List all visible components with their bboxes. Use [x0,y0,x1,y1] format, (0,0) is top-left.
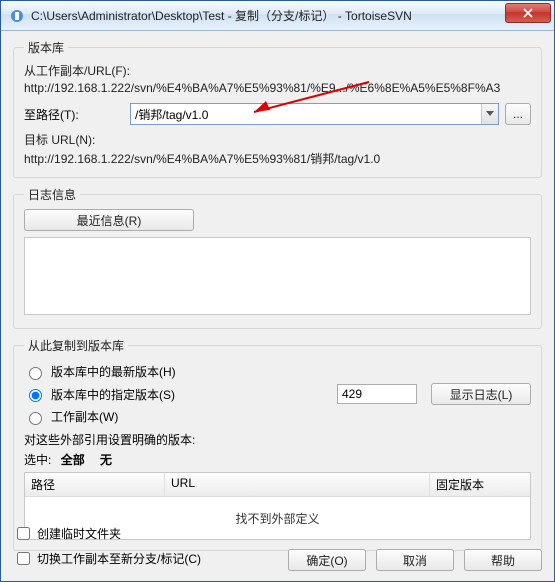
copy-group: 从此复制到版本库 版本库中的最新版本(H) 版本库中的指定版本(S) 显示日志(… [13,337,542,551]
revision-input[interactable] [337,384,417,404]
log-legend: 日志信息 [24,186,80,203]
col-fixed[interactable]: 固定版本 [430,473,530,496]
close-icon [523,8,533,18]
log-group: 日志信息 最近信息(R) [13,186,542,329]
browse-button[interactable]: ... [505,103,531,125]
show-log-button[interactable]: 显示日志(L) [431,383,531,405]
table-header: 路径 URL 固定版本 [25,473,530,497]
client-area: 版本库 从工作副本/URL(F): http://192.168.1.222/s… [1,31,554,581]
externals-label: 对这些外部引用设置明确的版本: [24,431,531,448]
repo-group: 版本库 从工作副本/URL(F): http://192.168.1.222/s… [13,39,542,178]
window-title: C:\Users\Administrator\Desktop\Test - 复制… [31,7,505,24]
head-revision-label: 版本库中的最新版本(H) [51,363,531,380]
switch-wc-checkbox[interactable] [17,552,30,565]
to-path-input[interactable] [130,103,499,125]
from-url-value: http://192.168.1.222/svn/%E4%BA%A7%E5%93… [24,81,531,95]
ok-button[interactable]: 确定(O) [288,549,366,571]
close-button[interactable] [505,3,551,23]
col-path[interactable]: 路径 [25,473,165,496]
select-none-link[interactable]: 无 [100,453,112,467]
log-message-input[interactable] [24,237,531,315]
create-temp-folder-label: 创建临时文件夹 [37,525,121,542]
select-line: 选中: 全部 无 [24,451,531,468]
working-copy-label: 工作副本(W) [51,408,531,425]
select-all-link[interactable]: 全部 [61,453,85,467]
button-bar: 确定(O) 取消 帮助 [288,549,542,571]
dest-url-label: 目标 URL(N): [24,131,531,148]
specific-revision-radio[interactable] [29,389,42,402]
recent-messages-button[interactable]: 最近信息(R) [24,209,194,231]
create-temp-folder-checkbox[interactable] [17,527,30,540]
dest-url-value: http://192.168.1.222/svn/%E4%BA%A7%E5%93… [24,150,531,167]
working-copy-radio[interactable] [29,412,42,425]
titlebar: C:\Users\Administrator\Desktop\Test - 复制… [1,1,554,31]
bottom-area: 创建临时文件夹 切换工作副本至新分支/标记(C) 确定(O) 取消 帮助 [13,522,542,571]
col-url[interactable]: URL [165,473,430,496]
switch-wc-label: 切换工作副本至新分支/标记(C) [37,550,201,567]
select-prefix: 选中: [24,453,51,467]
cancel-button[interactable]: 取消 [376,549,454,571]
from-url-label: 从工作副本/URL(F): [24,62,531,79]
copy-legend: 从此复制到版本库 [24,337,128,354]
specific-revision-label: 版本库中的指定版本(S) [51,386,331,403]
repo-legend: 版本库 [24,39,68,56]
chevron-down-icon [486,111,494,117]
to-path-dropdown[interactable] [481,104,498,124]
help-button[interactable]: 帮助 [464,549,542,571]
dialog-window: C:\Users\Administrator\Desktop\Test - 复制… [0,0,555,582]
to-path-label: 至路径(T): [24,106,124,123]
head-revision-radio[interactable] [29,367,42,380]
app-icon [9,8,25,24]
